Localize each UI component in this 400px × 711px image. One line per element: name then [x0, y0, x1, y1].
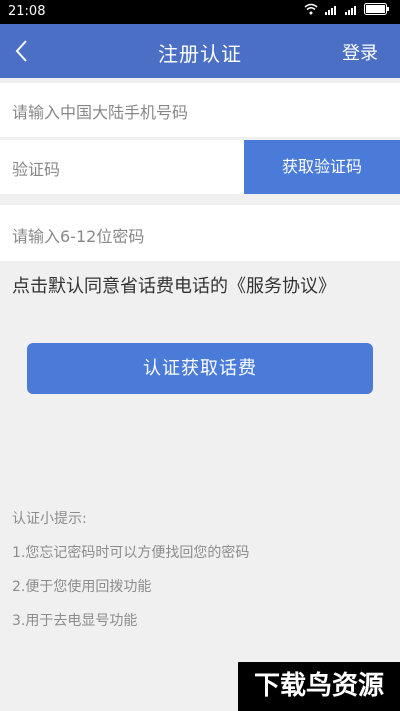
signal-icon-2	[345, 6, 356, 15]
phone-field[interactable]: 请输入中国大陆手机号码	[0, 83, 400, 137]
status-icons	[304, 3, 390, 15]
tip-item: 1.您忘记密码时可以方便找回您的密码	[12, 545, 250, 561]
password-placeholder: 请输入6-12位密码	[12, 227, 145, 246]
tip-item: 2.便于您使用回拨功能	[12, 579, 152, 595]
tip-item: 3.用于去电显号功能	[12, 613, 138, 629]
page-title: 注册认证	[158, 42, 242, 66]
tips-section: 认证小提示: 1.您忘记密码时可以方便找回您的密码 2.便于您使用回拨功能 3.…	[12, 508, 249, 644]
get-code-button[interactable]: 获取验证码	[244, 140, 400, 194]
login-button[interactable]: 登录	[342, 39, 378, 65]
password-field[interactable]: 请输入6-12位密码	[0, 205, 400, 261]
signal-icon	[325, 6, 336, 15]
code-placeholder: 验证码	[12, 160, 61, 179]
phone-placeholder: 请输入中国大陆手机号码	[12, 103, 189, 122]
tips-title: 认证小提示:	[12, 511, 87, 527]
status-bar: 21:08	[0, 0, 400, 24]
watermark-logo: 下载鸟资源	[238, 662, 400, 711]
submit-auth-button[interactable]: 认证获取话费	[27, 343, 373, 394]
wifi-icon	[304, 3, 318, 15]
app-header: 注册认证 登录	[0, 24, 400, 78]
service-agreement-link[interactable]: 点击默认同意省话费电话的《服务协议》	[12, 272, 336, 298]
status-time: 21:08	[8, 4, 46, 19]
battery-icon	[364, 3, 389, 15]
